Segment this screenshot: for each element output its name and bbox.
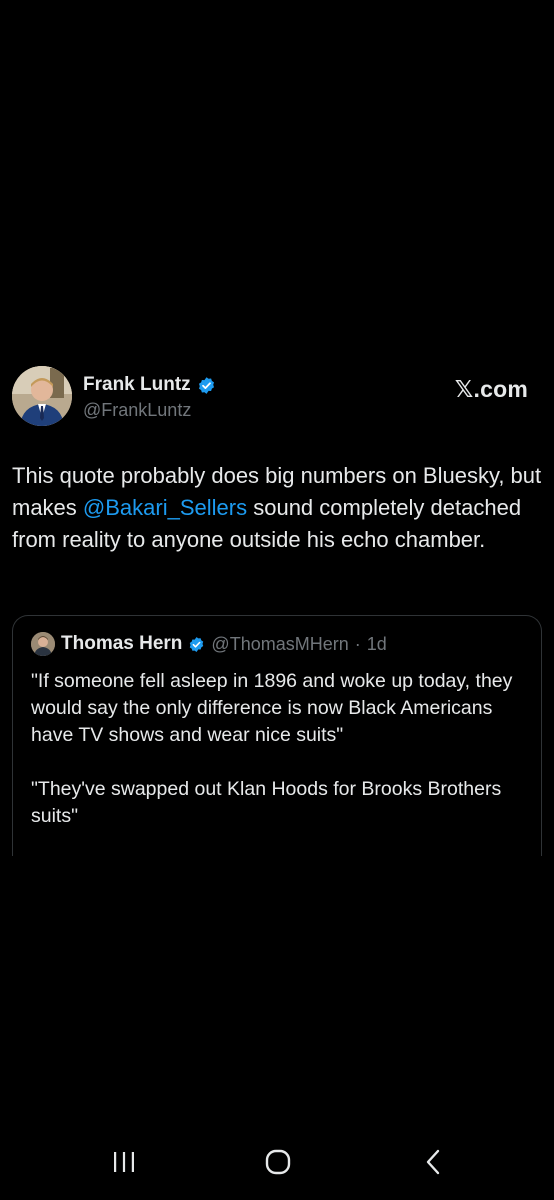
quote-header: Thomas Hern @ThomasMHern · 1d (31, 632, 387, 656)
back-button[interactable] (414, 1148, 454, 1180)
quote-text: "If someone fell asleep in 1896 and woke… (31, 668, 527, 830)
quote-tweet-card[interactable]: Thomas Hern @ThomasMHern · 1d "If someon… (12, 615, 542, 856)
x-com-brand: 𝕏.com (454, 376, 528, 402)
quote-author-avatar (31, 632, 55, 656)
quote-author-handle[interactable]: @ThomasMHern (211, 634, 348, 655)
quote-paragraph-2: "They've swapped out Klan Hoods for Broo… (31, 778, 502, 827)
tweet-text: This quote probably does big numbers on … (12, 460, 542, 556)
verified-badge-icon (197, 376, 216, 395)
quote-verified-badge-icon (188, 636, 205, 653)
author-name-line: Frank Luntz (83, 374, 216, 396)
system-navigation-bar (0, 1130, 554, 1200)
post-author-row: Frank Luntz @FrankLuntz 𝕏.com (12, 366, 542, 430)
home-button[interactable] (258, 1148, 298, 1180)
author-avatar-image (12, 366, 72, 426)
quote-author-name[interactable]: Thomas Hern (61, 633, 182, 655)
back-icon (423, 1149, 445, 1180)
author-display-name[interactable]: Frank Luntz (83, 374, 191, 396)
author-avatar[interactable] (12, 366, 72, 426)
author-name-block: Frank Luntz @FrankLuntz (83, 374, 216, 421)
home-icon (264, 1148, 292, 1181)
quote-separator: · (354, 633, 361, 654)
author-handle[interactable]: @FrankLuntz (83, 400, 216, 421)
recent-apps-button[interactable] (104, 1148, 144, 1180)
mention-link[interactable]: @Bakari_Sellers (83, 495, 247, 520)
quote-paragraph-1: "If someone fell asleep in 1896 and woke… (31, 670, 513, 746)
quote-timestamp: 1d (366, 633, 387, 654)
recent-apps-icon (111, 1150, 137, 1179)
